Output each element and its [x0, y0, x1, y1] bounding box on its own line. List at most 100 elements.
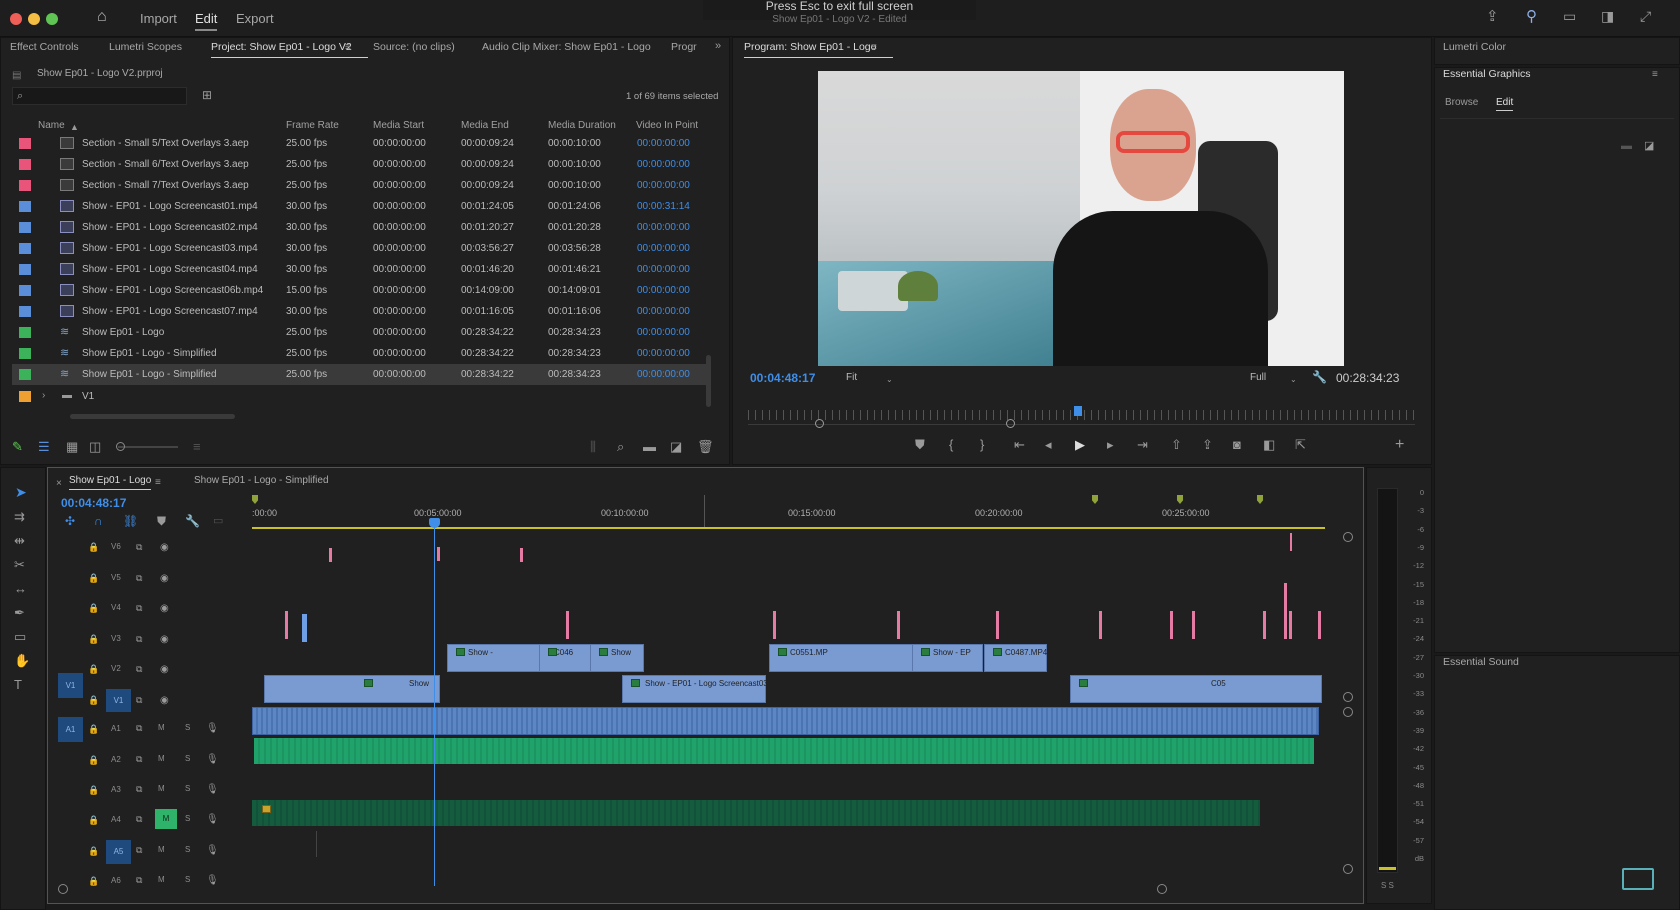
progress-icon[interactable]: ⚲: [1526, 9, 1537, 24]
timeline-marker[interactable]: [1177, 495, 1183, 504]
sync-lock-icon[interactable]: ⧉: [136, 874, 142, 887]
track-label[interactable]: A6: [111, 876, 121, 885]
step-back-icon[interactable]: ◂: [1045, 438, 1052, 451]
eye-icon[interactable]: ◉: [160, 633, 169, 646]
program-monitor-title[interactable]: Program: Show Ep01 - Logo: [744, 41, 892, 58]
track-label[interactable]: A2: [111, 755, 121, 764]
find-icon[interactable]: ⌕: [617, 440, 624, 453]
video-clip[interactable]: Show - EP: [912, 644, 983, 672]
close-sequence-icon[interactable]: ×: [56, 477, 62, 490]
horizontal-scrollbar[interactable]: [70, 414, 235, 419]
icon-view-icon[interactable]: ▦: [66, 440, 78, 453]
microphone-icon[interactable]: 🎙: [206, 783, 219, 796]
video-clip[interactable]: C05: [1070, 675, 1322, 703]
graphic-clip[interactable]: [566, 611, 569, 639]
new-item-icon[interactable]: ◪: [670, 440, 682, 453]
sync-lock-icon[interactable]: ⧉: [136, 844, 142, 857]
timeline-timecode[interactable]: 00:04:48:17: [61, 496, 126, 510]
freeform-view-icon[interactable]: ◫: [89, 440, 101, 453]
graphic-clip[interactable]: [1170, 611, 1173, 639]
sync-lock-icon[interactable]: ⧉: [136, 783, 142, 796]
captions-icon[interactable]: ▭: [213, 515, 223, 528]
eye-icon[interactable]: ◉: [160, 572, 169, 585]
new-bin-from-search-icon[interactable]: ⊞: [202, 89, 212, 102]
project-item-row[interactable]: ≋ Show Ep01 - Logo - Simplified 25.00 fps 0…: [12, 343, 707, 364]
track-label[interactable]: A5: [106, 840, 131, 864]
track-lock-icon[interactable]: 🔒: [88, 814, 99, 827]
graphic-clip[interactable]: [773, 611, 776, 639]
project-item-row[interactable]: Show - EP01 - Logo Screencast04.mp4 30.00…: [12, 259, 707, 280]
project-item-row[interactable]: Show - EP01 - Logo Screencast03.mp4 30.00…: [12, 238, 707, 259]
ripple-edit-tool-icon[interactable]: ⇹: [14, 534, 25, 547]
track-lock-icon[interactable]: 🔒: [88, 723, 99, 736]
fit-dropdown[interactable]: Fit: [846, 372, 857, 383]
sync-lock-icon[interactable]: ⧉: [136, 753, 142, 766]
vscroll-video-handle[interactable]: [1343, 692, 1353, 702]
microphone-icon[interactable]: 🎙: [206, 813, 219, 826]
folder-row[interactable]: › ▬ V1: [12, 386, 707, 407]
track-lock-icon[interactable]: 🔒: [88, 845, 99, 858]
sync-lock-icon[interactable]: ⧉: [136, 694, 142, 707]
trash-icon[interactable]: 🗑: [697, 440, 714, 453]
sync-lock-icon[interactable]: ⧉: [136, 722, 142, 735]
track-lock-icon[interactable]: 🔒: [88, 784, 99, 797]
microphone-icon[interactable]: 🎙: [206, 844, 219, 857]
microphone-icon[interactable]: 🎙: [206, 753, 219, 766]
hscroll-end-handle[interactable]: [1157, 884, 1167, 894]
vscroll-bottom-handle[interactable]: [1343, 864, 1353, 874]
track-lock-icon[interactable]: 🔒: [88, 694, 99, 707]
track-label[interactable]: V2: [111, 664, 121, 673]
mute-button[interactable]: M: [158, 875, 165, 884]
track-label[interactable]: V5: [111, 573, 121, 582]
rectangle-tool-icon[interactable]: ▭: [14, 630, 26, 643]
graphic-clip[interactable]: [897, 611, 900, 639]
share-icon[interactable]: ⇪: [1486, 9, 1499, 24]
tab-lumetri-color[interactable]: Lumetri Color: [1443, 41, 1506, 53]
vertical-scrollbar[interactable]: [706, 355, 711, 407]
pencil-icon[interactable]: ✎: [12, 440, 23, 453]
project-item-row[interactable]: Show - EP01 - Logo Screencast07.mp4 30.00…: [12, 301, 707, 322]
track-label[interactable]: V1: [106, 689, 131, 712]
track-label[interactable]: V3: [111, 634, 121, 643]
track-label[interactable]: V4: [111, 603, 121, 612]
solo-button[interactable]: S: [185, 754, 190, 763]
workspace-layout-icon[interactable]: ◨: [1601, 9, 1614, 23]
graphic-clip[interactable]: [520, 548, 523, 562]
eye-icon[interactable]: ◉: [160, 541, 169, 554]
type-tool-icon[interactable]: T: [14, 678, 22, 691]
tab-source[interactable]: Source: (no clips): [373, 41, 455, 53]
program-menu-icon[interactable]: ≡: [871, 41, 877, 54]
nav-export[interactable]: Export: [236, 11, 274, 26]
more-panels-icon[interactable]: »: [715, 40, 721, 53]
project-item-row[interactable]: Section - Small 6/Text Overlays 3.aep 25.…: [12, 154, 707, 175]
eye-icon[interactable]: ◉: [160, 602, 169, 615]
fullscreen-icon[interactable]: ⤢: [1640, 9, 1651, 23]
snap-magnet-icon[interactable]: ∩: [94, 515, 103, 528]
tab-audio-clip-mixer[interactable]: Audio Clip Mixer: Show Ep01 - Logo: [482, 41, 651, 53]
timeline-settings-wrench-icon[interactable]: 🔧: [185, 515, 200, 528]
program-playhead[interactable]: [1074, 406, 1082, 416]
sync-lock-icon[interactable]: ⧉: [136, 633, 142, 646]
quality-chevron-down-icon[interactable]: ⌄: [1290, 373, 1297, 386]
graphic-clip[interactable]: [285, 611, 288, 639]
nav-import[interactable]: Import: [140, 11, 177, 26]
video-clip[interactable]: Show: [264, 675, 440, 703]
button-editor-plus-icon[interactable]: +: [1395, 437, 1404, 453]
add-marker-timeline-icon[interactable]: ⛊: [157, 515, 166, 528]
minimize-window-button[interactable]: [28, 13, 40, 25]
new-layer-icon[interactable]: ◪: [1644, 140, 1654, 153]
sync-lock-icon[interactable]: ⧉: [136, 813, 142, 826]
program-current-timecode[interactable]: 00:04:48:17: [750, 371, 815, 385]
solo-button[interactable]: S: [185, 723, 190, 732]
close-window-button[interactable]: [10, 13, 22, 25]
pen-tool-icon[interactable]: ✒: [14, 606, 25, 619]
screen-capture-icon[interactable]: [1622, 868, 1654, 890]
expand-arrow-icon[interactable]: ›: [42, 390, 45, 401]
project-item-row[interactable]: Show - EP01 - Logo Screencast02.mp4 30.00…: [12, 217, 707, 238]
comparison-view-icon[interactable]: ◧: [1263, 438, 1275, 451]
sync-lock-icon[interactable]: ⧉: [136, 602, 142, 615]
solo-button[interactable]: S: [185, 784, 190, 793]
go-to-out-icon[interactable]: ⇥: [1137, 438, 1148, 451]
track-lock-icon[interactable]: 🔒: [88, 541, 99, 554]
graphic-clip[interactable]: [329, 548, 332, 562]
